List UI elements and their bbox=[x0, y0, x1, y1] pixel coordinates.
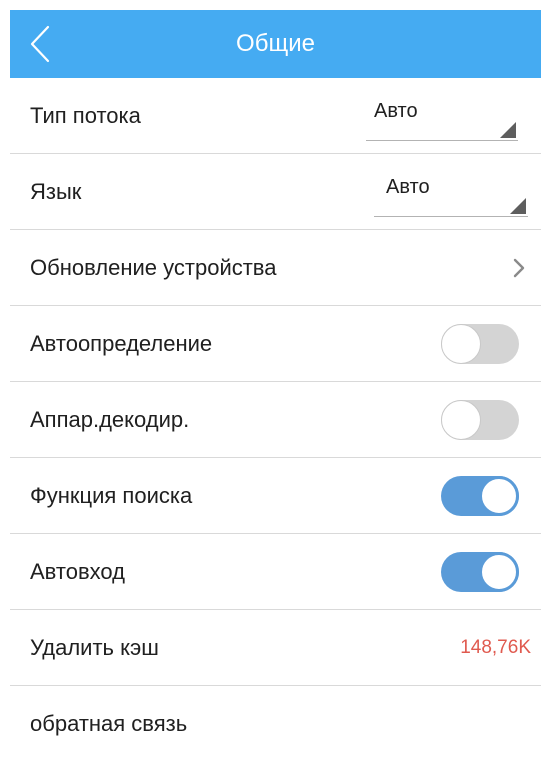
language-label: Язык bbox=[30, 179, 82, 204]
hw-decode-toggle[interactable] bbox=[441, 400, 519, 440]
search-function-toggle[interactable] bbox=[441, 476, 519, 516]
stream-type-row: Тип потока Авто bbox=[10, 78, 541, 154]
auto-detect-row: Автоопределение bbox=[10, 306, 541, 382]
auto-login-label: Автовход bbox=[30, 559, 125, 584]
device-update-row[interactable]: Обновление устройства bbox=[10, 230, 541, 306]
toggle-knob bbox=[441, 400, 481, 440]
dropdown-caret-icon bbox=[510, 198, 526, 214]
cache-size-value: 148,76K bbox=[460, 637, 531, 658]
hw-decode-row: Аппар.декодир. bbox=[10, 382, 541, 458]
clear-cache-label: Удалить кэш bbox=[30, 635, 159, 660]
feedback-row[interactable]: обратная связь bbox=[10, 686, 541, 762]
settings-screen: Общие Тип потока Авто Язык Авто Обновлен… bbox=[10, 10, 541, 765]
auto-login-toggle[interactable] bbox=[441, 552, 519, 592]
hw-decode-label: Аппар.декодир. bbox=[30, 407, 190, 432]
device-update-label: Обновление устройства bbox=[30, 255, 277, 280]
stream-type-label: Тип потока bbox=[30, 103, 141, 128]
stream-type-value: Авто bbox=[374, 100, 418, 122]
app-header: Общие bbox=[10, 10, 541, 78]
page-title: Общие bbox=[236, 30, 315, 57]
auto-login-row: Автовход bbox=[10, 534, 541, 610]
toggle-knob bbox=[479, 476, 519, 516]
language-value: Авто bbox=[386, 176, 430, 198]
stream-type-dropdown[interactable]: Авто bbox=[366, 96, 518, 141]
clear-cache-row[interactable]: Удалить кэш 148,76K bbox=[10, 610, 541, 686]
auto-detect-label: Автоопределение bbox=[30, 331, 213, 356]
chevron-right-icon bbox=[513, 258, 525, 278]
feedback-label: обратная связь bbox=[30, 711, 188, 736]
auto-detect-toggle[interactable] bbox=[441, 324, 519, 364]
search-function-row: Функция поиска bbox=[10, 458, 541, 534]
toggle-knob bbox=[479, 552, 519, 592]
toggle-knob bbox=[441, 324, 481, 364]
dropdown-caret-icon bbox=[500, 122, 516, 138]
language-dropdown[interactable]: Авто bbox=[374, 172, 528, 217]
language-row: Язык Авто bbox=[10, 154, 541, 230]
search-function-label: Функция поиска bbox=[30, 483, 193, 508]
